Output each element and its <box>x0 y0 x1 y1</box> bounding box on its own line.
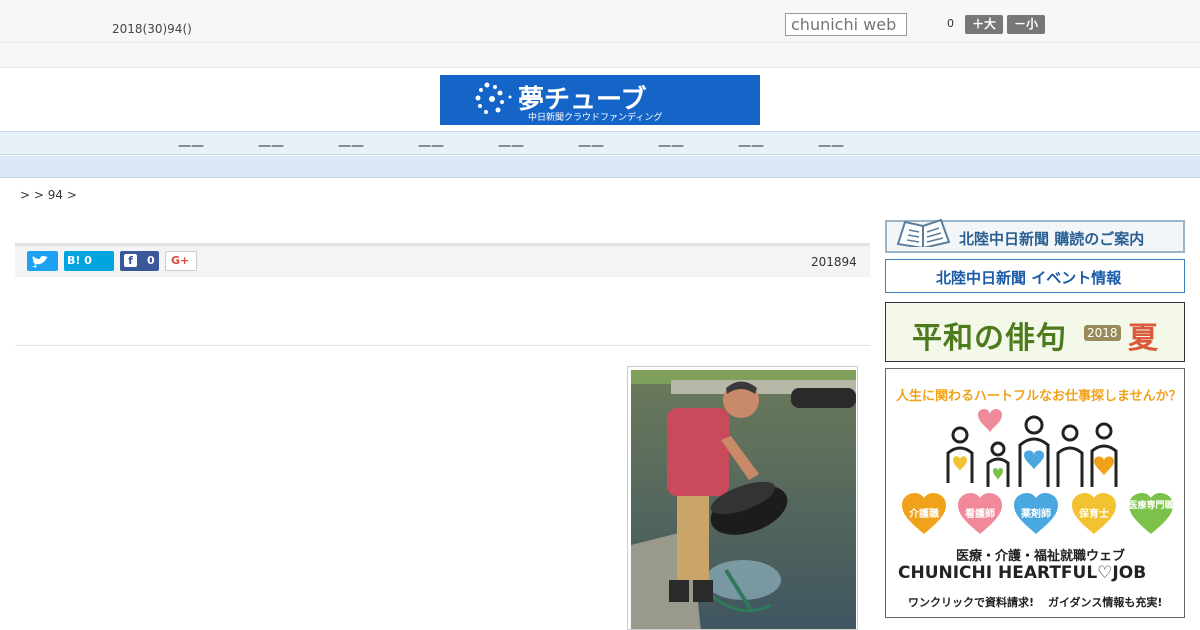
heart-label: 看護師 <box>965 509 995 520</box>
job-brand: CHUNICHI HEARTFUL♡JOB <box>898 563 1147 583</box>
heart-label: 介護職 <box>909 509 939 520</box>
job-subtitle: 医療・介護・福祉就職ウェブ <box>956 549 1126 564</box>
nav-item[interactable]: 一一 <box>338 136 364 155</box>
event-banner[interactable]: 北陸中日新聞 イベント情報 <box>885 259 1185 293</box>
heart-childcare[interactable]: 保育士 <box>1071 493 1117 535</box>
twitter-share-button[interactable] <box>27 251 58 271</box>
svg-text:中日新聞クラウドファンディング: 中日新聞クラウドファンディング <box>528 111 662 123</box>
nav-item[interactable]: 一一 <box>738 136 764 155</box>
haiku-banner[interactable]: 平和の俳句 2018 夏 <box>885 302 1185 362</box>
gplus-share-button[interactable]: G+ <box>165 251 197 271</box>
top-bar: 2018(30)94() 0 ＋大 －小 <box>0 0 1200 43</box>
dream-tube-logo-icon: 夢チューブ 中日新聞クラウドファンディング <box>475 82 662 123</box>
search-input[interactable] <box>785 13 907 36</box>
family-hearts-icon <box>946 409 1118 487</box>
gplus-icon: G+ <box>171 254 190 267</box>
nav-item[interactable]: 一一 <box>258 136 284 155</box>
nav-item[interactable]: 一一 <box>818 136 844 155</box>
heart-medical[interactable]: 医療専門職 <box>1128 493 1174 535</box>
header-band <box>0 44 1200 68</box>
article-photo <box>627 366 858 630</box>
subscribe-label: 北陸中日新聞 購読のご案内 <box>959 230 1145 248</box>
heart-label: 保育士 <box>1079 509 1109 520</box>
publish-date: 201894 <box>811 255 857 269</box>
job-note-request: ワンクリックで資料請求! <box>908 596 1035 609</box>
share-bar: B! 0 f 0 G+ 201894 <box>15 243 870 277</box>
nav-item[interactable]: 一一 <box>418 136 444 155</box>
man-pouring-bucket-photo-icon <box>631 370 856 629</box>
content-divider <box>15 345 870 346</box>
heart-caregiver[interactable]: 介護職 <box>901 493 947 535</box>
nav-item[interactable]: 一一 <box>658 136 684 155</box>
event-label: 北陸中日新聞 イベント情報 <box>936 269 1122 287</box>
twitter-icon <box>32 255 48 268</box>
hatena-bookmark-button[interactable]: B! 0 <box>64 251 114 271</box>
job-note-guidance: ガイダンス情報も充実! <box>1048 596 1163 609</box>
heart-label: 医療専門職 <box>1128 501 1174 511</box>
haiku-year: 2018 <box>1084 325 1121 341</box>
hatena-count: B! 0 <box>67 254 92 267</box>
sub-nav <box>0 156 1200 178</box>
heart-nurse[interactable]: 看護師 <box>957 493 1003 535</box>
site-logo[interactable]: 夢チューブ 中日新聞クラウドファンディング <box>440 75 760 125</box>
heart-label: 薬剤師 <box>1021 509 1051 520</box>
font-smaller-button[interactable]: －小 <box>1007 15 1045 34</box>
heart-icon <box>1129 493 1173 534</box>
newspaper-book-icon <box>896 218 951 247</box>
breadcrumb[interactable]: > > 94 > <box>20 188 77 202</box>
svg-text:夢チューブ: 夢チューブ <box>518 84 646 115</box>
haiku-label: 平和の俳句 <box>912 321 1067 356</box>
nav-item[interactable]: 一一 <box>578 136 604 155</box>
job-headline: 人生に関わるハートフルなお仕事探しませんか？ <box>896 389 1182 404</box>
facebook-count: 0 <box>147 254 155 267</box>
current-date: 2018(30)94() <box>112 22 192 36</box>
haiku-season: 夏 <box>1128 321 1158 356</box>
font-bigger-button[interactable]: ＋大 <box>965 15 1003 34</box>
heart-pharmacist[interactable]: 薬剤師 <box>1013 493 1059 535</box>
nav-item[interactable]: 一一 <box>498 136 524 155</box>
facebook-icon: f <box>124 254 137 267</box>
nav-item[interactable]: 一一 <box>178 136 204 155</box>
main-nav: 一一 一一 一一 一一 一一 一一 一一 一一 一一 <box>0 131 1200 155</box>
heartful-job-banner[interactable]: 人生に関わるハートフルなお仕事探しませんか？ 介護職 看護師 薬剤師 保育士 医… <box>885 368 1185 618</box>
font-size-level: 0 <box>947 17 954 30</box>
subscribe-banner[interactable]: 北陸中日新聞 購読のご案内 <box>885 218 1185 253</box>
facebook-share-button[interactable]: f 0 <box>120 251 159 271</box>
